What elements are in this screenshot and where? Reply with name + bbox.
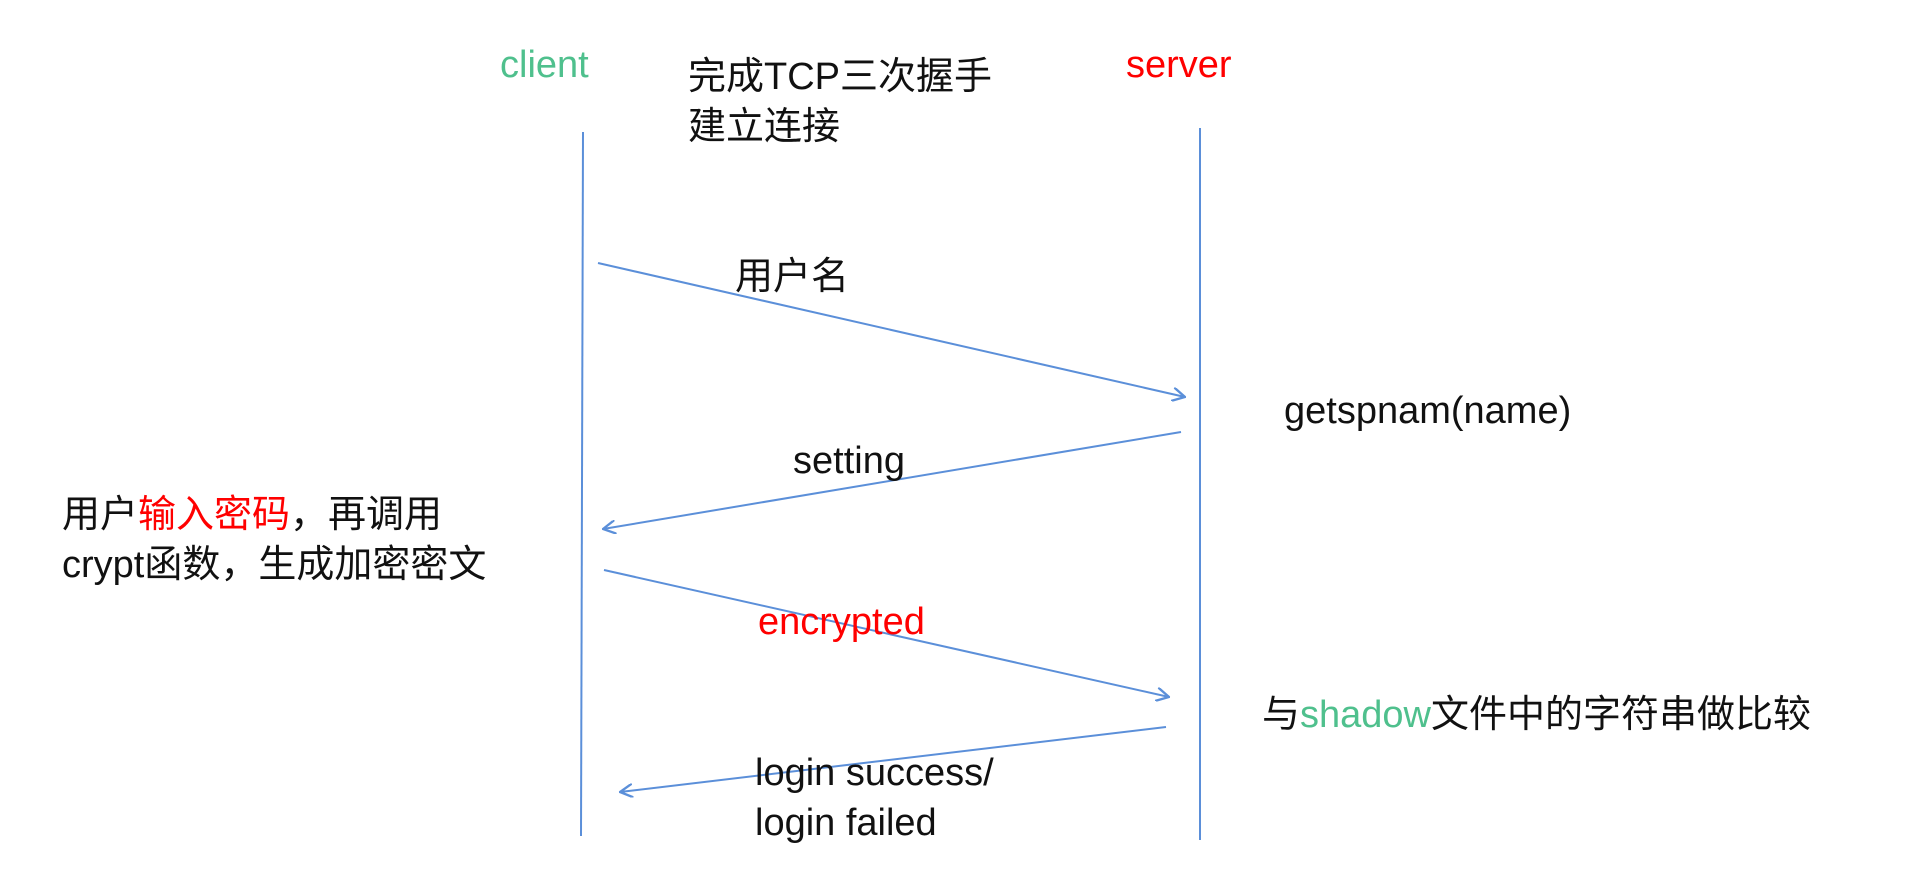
client-note-prefix: 用户 bbox=[62, 494, 139, 536]
setting-message-label: setting bbox=[793, 440, 905, 482]
client-lifeline bbox=[580, 131, 584, 837]
result-message-label-line2: login failed bbox=[755, 802, 937, 844]
username-message-label: 用户名 bbox=[735, 256, 850, 298]
username-arrow bbox=[597, 262, 1185, 397]
result-message-label-line1: login success/ bbox=[755, 752, 994, 794]
encrypted-message-label: encrypted bbox=[758, 601, 925, 643]
compare-note-suffix: 文件中的字符串做比较 bbox=[1431, 694, 1812, 736]
client-note-line1: 用户输入密码，再调用 bbox=[62, 490, 442, 540]
compare-note: 与shadow文件中的字符串做比较 bbox=[1262, 690, 1811, 740]
server-label: server bbox=[1126, 44, 1232, 86]
handshake-note-line2: 建立连接 bbox=[688, 106, 841, 148]
client-note-highlight: 输入密码 bbox=[138, 494, 291, 536]
compare-note-prefix: 与 bbox=[1262, 694, 1301, 736]
getspnam-note: getspnam(name) bbox=[1284, 390, 1572, 432]
client-note-suffix: ，再调用 bbox=[290, 494, 443, 536]
client-label: client bbox=[500, 44, 589, 86]
handshake-note-line1: 完成TCP三次握手 bbox=[688, 56, 993, 98]
compare-note-highlight: shadow bbox=[1300, 694, 1431, 736]
client-note-line2: crypt函数，生成加密密文 bbox=[62, 544, 487, 586]
